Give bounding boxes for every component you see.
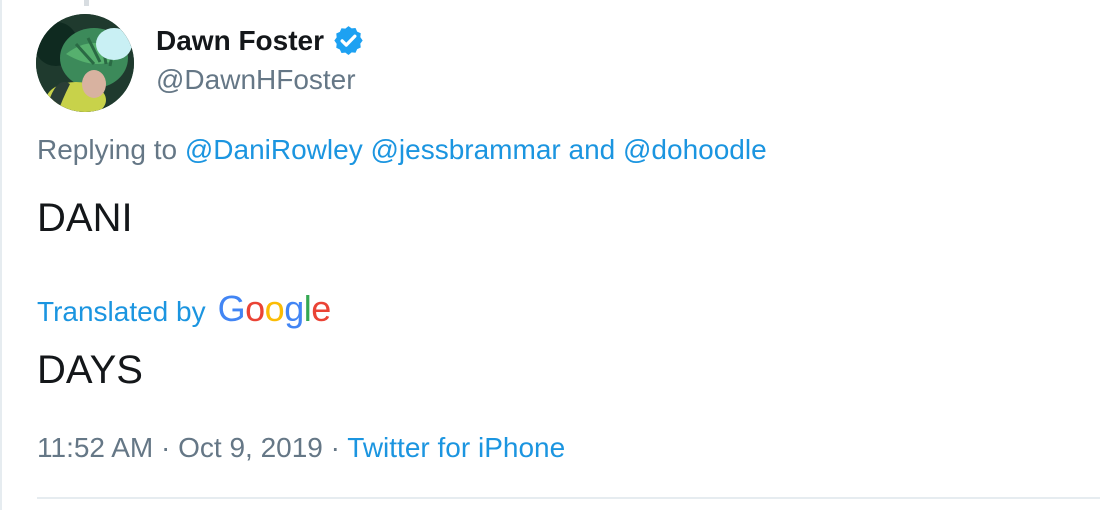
author-display-name[interactable]: Dawn Foster [156,25,324,57]
translated-by-label[interactable]: Translated by [37,296,206,328]
author-name-row[interactable]: Dawn Foster [156,24,365,57]
avatar[interactable] [36,14,134,112]
avatar-image [36,14,134,112]
translated-text: DAYS [37,348,143,392]
replying-to-line: Replying to @DaniRowley @jessbrammar and… [37,134,767,166]
translation-attribution[interactable]: Translated by Google [37,288,331,330]
google-logo: Google [217,288,332,329]
reply-user-link[interactable]: @dohoodle [623,134,767,165]
divider [37,497,1100,499]
tweet-date[interactable]: Oct 9, 2019 [178,432,323,463]
tweet-meta: 11:52 AM · Oct 9, 2019 · Twitter for iPh… [37,432,565,464]
tweet-card: Dawn Foster @DawnHFoster Replying to @Da… [0,0,1100,510]
scroll-edge-mark [84,0,89,6]
tweet-source-link[interactable]: Twitter for iPhone [347,432,565,463]
tweet-text: DANI [37,196,133,240]
meta-separator: · [322,432,348,463]
author-handle[interactable]: @DawnHFoster [156,64,356,96]
reply-conjunction[interactable]: and [561,134,623,165]
reply-user-link[interactable]: @jessbrammar [370,134,560,165]
replying-to-label: Replying to [37,134,185,165]
verified-badge-icon [332,24,365,57]
tweet-time[interactable]: 11:52 AM [37,432,153,463]
meta-separator: · [153,432,179,463]
reply-user-link[interactable]: @DaniRowley [185,134,363,165]
